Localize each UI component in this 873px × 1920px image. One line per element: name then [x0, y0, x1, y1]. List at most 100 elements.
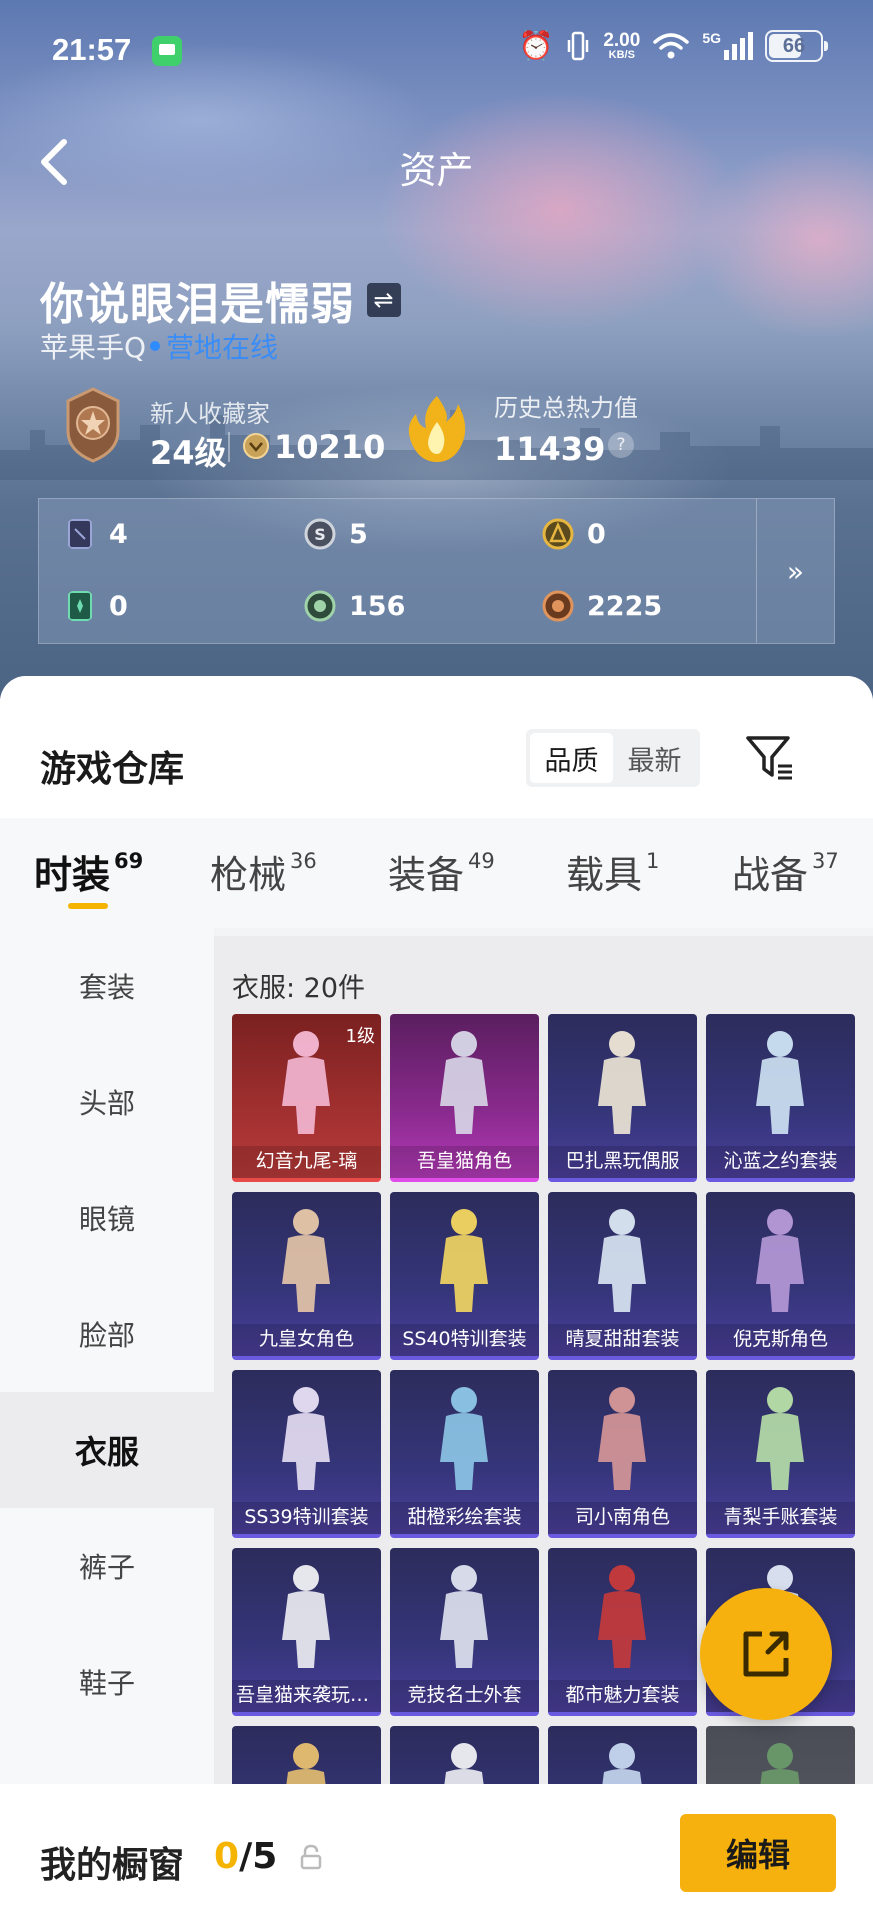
silver-coin-icon: S	[304, 518, 336, 550]
item-card[interactable]: SS39特训套装	[232, 1370, 381, 1538]
item-art-icon	[282, 1387, 330, 1490]
collection-coin-icon	[243, 433, 269, 459]
item-card[interactable]: 竞技名士外套	[390, 1548, 539, 1716]
item-card[interactable]: 沁蓝之约套装	[706, 1014, 855, 1182]
item-name: SS40特训套装	[390, 1324, 539, 1356]
item-name: 青梨手账套装	[706, 1502, 855, 1534]
showcase-count: 0/5	[214, 1836, 278, 1877]
item-name: 竞技名士外套	[390, 1680, 539, 1712]
tab-fashion[interactable]: 时装 69	[34, 844, 143, 899]
item-grid: 衣服: 20件 1级幻音九尾-璃 吾皇猫角色 巴扎黑玩偶服 沁蓝之约套装九皇女角色 SS…	[214, 936, 873, 1920]
item-card[interactable]: 都市魅力套装	[548, 1548, 697, 1716]
item-art-icon	[440, 1387, 488, 1490]
item-art-icon	[598, 1209, 646, 1312]
tab-vehicles[interactable]: 载具 1	[566, 844, 659, 899]
warehouse-title: 游戏仓库	[40, 749, 185, 790]
item-art-icon	[756, 1209, 804, 1312]
sort-quality[interactable]: 品质	[530, 733, 613, 783]
collector-medal-icon	[66, 387, 120, 463]
lock-icon	[300, 1844, 322, 1870]
side-item-sets[interactable]: 套装	[0, 928, 214, 1044]
collector-level: 24级	[150, 434, 227, 472]
wifi-icon	[653, 33, 690, 59]
platform-row: 苹果手Q 营地在线	[40, 326, 278, 366]
item-card[interactable]: 晴夏甜甜套装	[548, 1192, 697, 1360]
stat-green-card: 0	[63, 589, 128, 623]
active-tab-indicator	[68, 903, 108, 909]
item-name: 九皇女角色	[232, 1324, 381, 1356]
side-item-face[interactable]: 脸部	[0, 1276, 214, 1392]
item-name: 晴夏甜甜套装	[548, 1324, 697, 1356]
status-time: 21:57	[52, 32, 132, 67]
online-dot-icon	[150, 341, 161, 351]
item-art-icon	[440, 1565, 488, 1668]
sort-newest[interactable]: 最新	[613, 733, 696, 783]
edit-button[interactable]: 编辑	[680, 1814, 836, 1892]
side-item-head[interactable]: 头部	[0, 1044, 214, 1160]
currency-stats: 4 S 5 0 0 156 2225 »	[38, 498, 835, 644]
item-card[interactable]: 九皇女角色	[232, 1192, 381, 1360]
item-art-icon	[598, 1387, 646, 1490]
heat-label: 历史总热力值	[494, 394, 638, 422]
item-art-icon	[756, 1387, 804, 1490]
share-fab[interactable]	[700, 1588, 832, 1720]
item-name: SS39特训套装	[232, 1502, 381, 1534]
side-item-pants[interactable]: 裤子	[0, 1508, 214, 1624]
tab-guns[interactable]: 枪械 36	[210, 844, 317, 899]
item-art-icon	[756, 1031, 804, 1134]
item-name: 甜橙彩绘套装	[390, 1502, 539, 1534]
swap-account-icon[interactable]: ⇌	[367, 283, 401, 317]
filter-button[interactable]	[744, 733, 796, 783]
platform-label: 苹果手Q	[40, 331, 147, 364]
stat-bronze-coin: 2225	[541, 589, 662, 623]
item-name: 吾皇猫角色	[390, 1146, 539, 1178]
item-card[interactable]: 吾皇猫角色	[390, 1014, 539, 1182]
username: 你说眼泪是懦弱	[40, 279, 355, 330]
gold-coin-icon	[542, 518, 574, 550]
side-item-glasses[interactable]: 眼镜	[0, 1160, 214, 1276]
stats-more-button[interactable]: »	[756, 499, 834, 643]
item-card[interactable]: 倪克斯角色	[706, 1192, 855, 1360]
category-tabs: 时装 69 枪械 36 装备 49 载具 1 战备 37	[0, 818, 873, 928]
showcase-label: 我的橱窗	[40, 1845, 185, 1886]
item-card[interactable]: 1级幻音九尾-璃	[232, 1014, 381, 1182]
sort-toggle: 品质 最新	[526, 729, 700, 787]
svg-text:S: S	[314, 525, 326, 544]
side-item-shoes[interactable]: 鞋子	[0, 1624, 214, 1740]
net-speed: 2.00 KB/S	[603, 30, 641, 61]
green-coin-icon	[304, 590, 336, 622]
stat-card: 4	[63, 517, 128, 551]
item-card[interactable]: SS40特训套装	[390, 1192, 539, 1360]
tab-equipment[interactable]: 装备 49	[388, 844, 495, 899]
coin-value: 10210	[274, 428, 386, 466]
item-card[interactable]: 青梨手账套装	[706, 1370, 855, 1538]
status-icons: ⏰ 2.00 KB/S 5G 66	[518, 30, 828, 62]
help-icon[interactable]: ?	[608, 432, 634, 458]
side-item-clothes[interactable]: 衣服	[0, 1392, 214, 1508]
vibrate-icon	[568, 31, 589, 61]
item-level-badge: 1级	[345, 1026, 375, 1047]
item-art-icon	[598, 1565, 646, 1668]
username-row: 你说眼泪是懦弱 ⇌	[40, 268, 401, 332]
item-card[interactable]: 甜橙彩绘套装	[390, 1370, 539, 1538]
warehouse-header: 游戏仓库 品质 最新	[0, 676, 873, 818]
item-card[interactable]: 司小南角色	[548, 1370, 697, 1538]
item-art-icon	[440, 1209, 488, 1312]
item-art-icon	[282, 1209, 330, 1312]
green-card-icon	[68, 591, 92, 621]
item-art-icon	[440, 1031, 488, 1134]
grid-title: 衣服: 20件	[232, 973, 366, 1004]
tab-supplies[interactable]: 战备 37	[732, 844, 839, 899]
collector-title: 新人收藏家	[150, 400, 270, 428]
item-art-icon	[598, 1031, 646, 1134]
card-icon	[68, 519, 92, 549]
heat-flame-icon	[408, 396, 466, 462]
item-card[interactable]: 巴扎黑玩偶服	[548, 1014, 697, 1182]
network-type: 5G	[702, 30, 721, 46]
warehouse-panel: 游戏仓库 品质 最新 时装 69 枪械 36 装备 49 载具 1 战备 37 套装 头部…	[0, 676, 873, 1920]
item-name: 司小南角色	[548, 1502, 697, 1534]
item-card[interactable]: 吾皇猫来袭玩偶服	[232, 1548, 381, 1716]
heat-value: 11439	[494, 430, 606, 468]
showcase-bar: 我的橱窗 0/5 编辑	[0, 1784, 873, 1920]
item-name: 幻音九尾-璃	[232, 1146, 381, 1178]
